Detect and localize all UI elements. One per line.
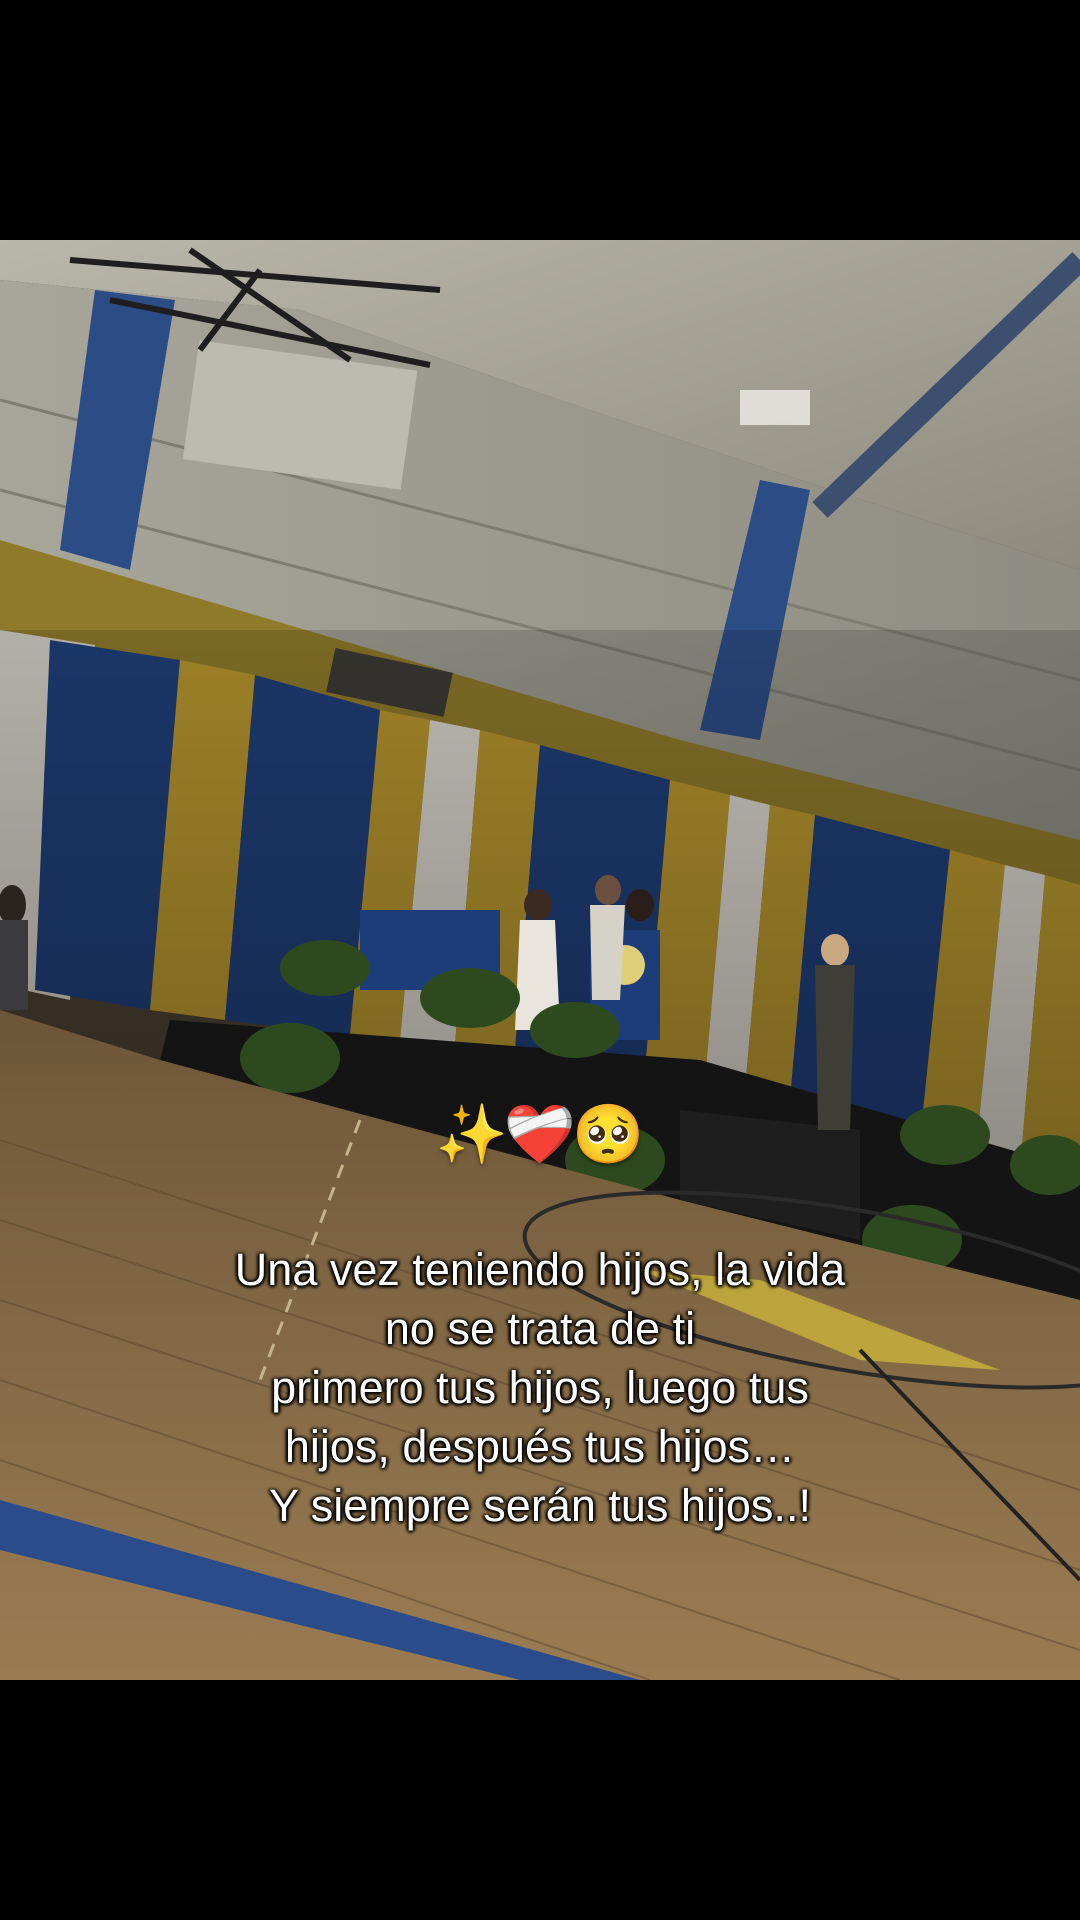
caption-line: Y siempre serán tus hijos..! [269,1480,811,1531]
sparkles-icon: ✨ [435,1102,508,1167]
caption-line: Una vez teniendo hijos, la vida [234,1244,846,1295]
caption-text: Una vez teniendo hijos, la vida no se tr… [90,1240,990,1535]
letterbox-bottom [0,1680,1080,1920]
mending-heart-icon: ❤️‍🩹 [503,1102,577,1167]
letterbox-top [0,0,1080,240]
caption-line: no se trata de ti [384,1303,696,1354]
pleading-face-icon: 🥺 [572,1102,645,1167]
caption-line: hijos, después tus hijos… [284,1421,796,1472]
caption-line: primero tus hijos, luego tus [271,1362,809,1413]
emoji-row: ✨❤️‍🩹🥺 [0,1100,1080,1170]
